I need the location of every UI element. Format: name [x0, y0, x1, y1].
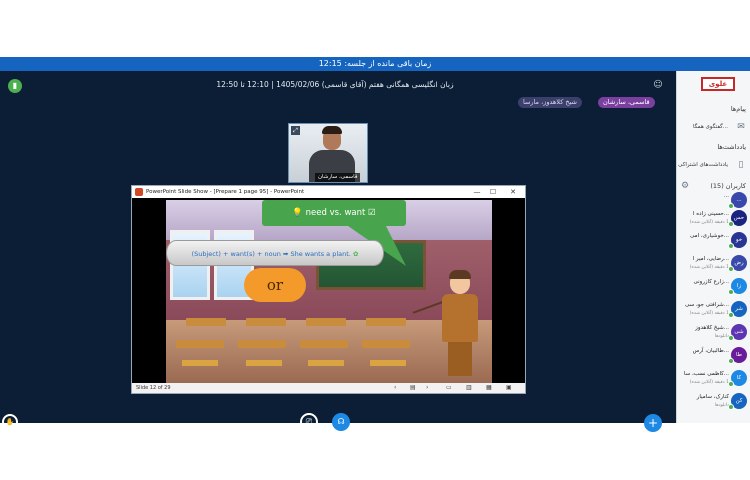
- shared-notes-link[interactable]: یادداشت‌های اشتراکی: [678, 162, 728, 168]
- conference-frame: زمان باقی مانده از جلسه: 12:15 ▮ زبان ان…: [0, 57, 750, 432]
- sidebar: علوی پیام‌ها ✉ گفتگوی همگا... یادداشت‌ها…: [676, 71, 750, 423]
- user-list-item[interactable]: خوشیاری، امی... خو: [677, 231, 750, 253]
- maximize-button[interactable]: ☐: [485, 186, 501, 198]
- bubble-text: need vs. want: [305, 208, 366, 218]
- online-status-icon: [728, 404, 734, 410]
- chair: [182, 360, 218, 366]
- plant-icon: ✿: [352, 250, 359, 258]
- user-list-item[interactable]: شرافتی جو، سی...(آنلاین شده) 1 دقیقهشر: [677, 300, 750, 322]
- chat-icon: ✉: [737, 122, 745, 132]
- user-name: زارع کازرونی...: [693, 279, 730, 285]
- fullscreen-icon[interactable]: ⤢: [291, 126, 300, 135]
- online-status-icon: [728, 243, 734, 249]
- user-list-item[interactable]: حسینی زاده ا...(آنلاین شده) 1 دقیقهحس: [677, 209, 750, 231]
- raise-hand-icon[interactable]: ✋: [2, 414, 18, 430]
- grid-view-icon[interactable]: ▦: [486, 383, 492, 393]
- webcam-video[interactable]: ⤢ قاسمی، سارشان: [288, 123, 368, 183]
- or-cloud: or: [244, 268, 306, 302]
- desk: [306, 318, 346, 326]
- grammar-scroll: (Subject) + want(s) + noun ➡ She wants a…: [166, 240, 384, 266]
- user-list-item[interactable]: کاظمی نسب، سا...(آنلاین شده) 1 دقیقهکا: [677, 369, 750, 391]
- user-status: دانلودها: [714, 334, 729, 339]
- desk: [246, 318, 286, 326]
- webcam-person-hair: [322, 126, 342, 134]
- user-status: (آنلاین شده) 1 دقیقه: [689, 220, 729, 225]
- online-status-icon: [728, 312, 734, 318]
- checkbox-icon: ☑: [368, 208, 376, 218]
- chair: [246, 360, 282, 366]
- meeting-title: زبان انگلیسی همگانی هفتم (آقای قاسمی) 14…: [216, 80, 454, 89]
- user-name: رضایی، امیر ا...: [692, 256, 729, 262]
- user-list-item[interactable]: شیخ کلاهدوز... دانلودها شی: [677, 323, 750, 345]
- session-timer-bar: زمان باقی مانده از جلسه: 12:15: [0, 57, 750, 71]
- presenter-view-icon[interactable]: ▣: [506, 383, 512, 393]
- slide-sorter-icon[interactable]: ▤: [410, 383, 416, 393]
- user-name: کاظمی نسب، سا...: [683, 371, 729, 377]
- online-status-icon: [728, 358, 734, 364]
- minimize-button[interactable]: —: [469, 186, 485, 198]
- user-name: حسینی زاده ا...: [693, 211, 729, 217]
- reading-view-icon[interactable]: ▥: [466, 383, 472, 393]
- next-slide-icon[interactable]: ›: [426, 383, 428, 393]
- user-name: کنارک، سامیار: [696, 394, 729, 400]
- online-status-icon: [728, 221, 734, 227]
- notes-heading: یادداشت‌ها: [717, 143, 746, 151]
- user-name: ...: [723, 193, 729, 199]
- user-status: (آنلاین شده) 1 دقیقه: [689, 380, 729, 385]
- user-name: طالبیان، آرس...: [692, 348, 729, 354]
- plus-icon[interactable]: +: [644, 414, 662, 432]
- app-logo: علوی: [701, 77, 735, 91]
- desk: [238, 340, 286, 348]
- user-status: دانلودها: [714, 403, 729, 408]
- user-name: شیخ کلاهدوز...: [695, 325, 729, 331]
- desk: [176, 340, 224, 348]
- powerpoint-titlebar: PowerPoint Slide Show - [Prepare 1 page …: [132, 186, 525, 198]
- slide-canvas: 💡 need vs. want ☑ (Subject) + want(s) + …: [166, 200, 492, 383]
- chair: [308, 360, 344, 366]
- user-name: شرافتی جو، سی...: [685, 302, 729, 308]
- public-chat-link[interactable]: گفتگوی همگا...: [693, 124, 728, 130]
- online-status-icon: [728, 266, 734, 272]
- online-status-icon: [728, 335, 734, 341]
- messages-heading: پیام‌ها: [730, 105, 746, 113]
- user-list-item[interactable]: طالبیان، آرس... طا: [677, 346, 750, 368]
- speech-bubble: 💡 need vs. want ☑: [262, 200, 415, 266]
- headphones-icon[interactable]: ☊: [332, 413, 350, 431]
- powerpoint-statusbar: Slide 12 of 29 ‹ ▤ › ▭ ▥ ▦ ▣: [132, 383, 525, 393]
- grammar-formula: (Subject) + want(s) + noun ➡ She wants a…: [191, 250, 351, 258]
- lightbulb-icon: 💡: [292, 208, 303, 218]
- webcam-name-tag: قاسمی، سارشان: [315, 173, 361, 182]
- user-list-item[interactable]: رضایی، امیر ا...(آنلاین شده) 1 دقیقهرض: [677, 254, 750, 276]
- powerpoint-window-title: PowerPoint Slide Show - [Prepare 1 page …: [146, 189, 305, 195]
- user-status: (آنلاین شده) 1 دقیقه: [689, 311, 729, 316]
- talking-indicator: شیخ کلاهدوز، مارسا: [518, 97, 582, 108]
- notes-icon: ▯: [738, 160, 744, 170]
- slide-counter: Slide 12 of 29: [136, 385, 171, 391]
- user-list-item[interactable]: زارع کازرونی... زا: [677, 277, 750, 299]
- user-status: (آنلاین شده) 1 دقیقه: [689, 265, 729, 270]
- user-name: خوشیاری، امی...: [690, 233, 729, 239]
- desk: [362, 340, 410, 348]
- users-heading: کاربران (15): [710, 182, 746, 190]
- prev-slide-icon[interactable]: ‹: [394, 383, 396, 393]
- presenter-badge: قاسمی، سارشان: [598, 97, 655, 108]
- online-status-icon: [728, 289, 734, 295]
- chair: [370, 360, 406, 366]
- desk: [186, 318, 226, 326]
- teacher-body: [442, 294, 478, 342]
- desk: [366, 318, 406, 326]
- teacher-hair: [449, 270, 471, 279]
- online-status-icon: [728, 381, 734, 387]
- desk: [300, 340, 348, 348]
- user-icon[interactable]: ☺: [652, 79, 664, 91]
- normal-view-icon[interactable]: ▭: [446, 383, 452, 393]
- teacher-legs: [448, 342, 472, 376]
- close-button[interactable]: ✕: [505, 186, 521, 198]
- bar-chart-icon[interactable]: ▮: [8, 79, 22, 93]
- main-presentation-area: ▮ زبان انگلیسی همگانی هفتم (آقای قاسمی) …: [0, 71, 676, 432]
- user-list-item[interactable]: کنارک، سامیار دانلودها کن: [677, 392, 750, 414]
- powerpoint-window[interactable]: PowerPoint Slide Show - [Prepare 1 page …: [131, 185, 526, 394]
- powerpoint-logo-icon: [135, 188, 143, 196]
- screen-share-icon[interactable]: ⎚: [300, 413, 318, 431]
